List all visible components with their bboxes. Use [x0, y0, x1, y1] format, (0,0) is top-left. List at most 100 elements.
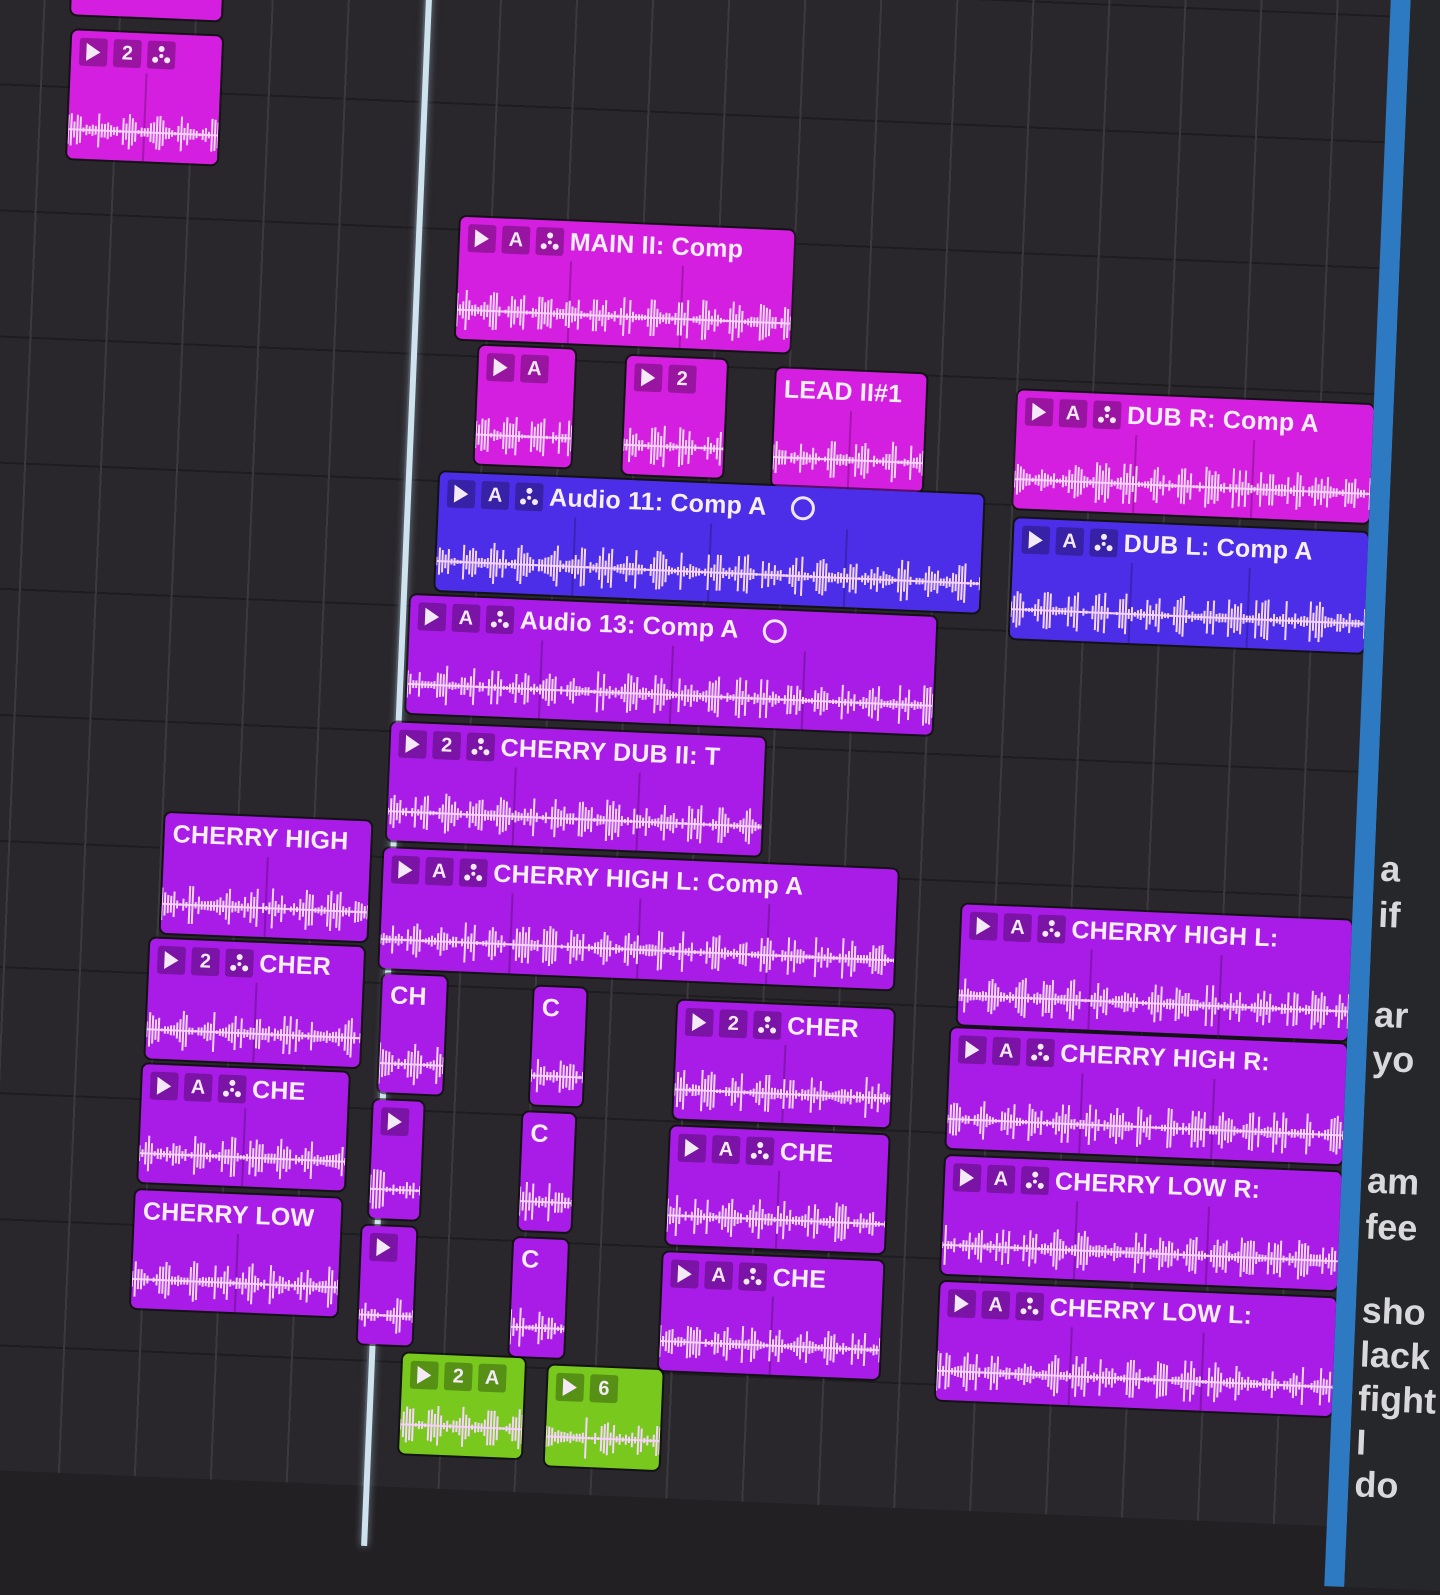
flex-icon[interactable]	[1036, 914, 1067, 944]
play-icon[interactable]	[369, 1232, 399, 1262]
play-icon[interactable]	[957, 1035, 987, 1065]
play-icon[interactable]	[684, 1007, 714, 1037]
take-button[interactable]: A	[704, 1260, 734, 1291]
take-button[interactable]: 2	[667, 364, 697, 394]
take-button[interactable]: 2	[432, 731, 462, 761]
region-cherry-high-left[interactable]: CHERRY HIGH	[160, 812, 372, 942]
flex-icon[interactable]	[224, 948, 254, 978]
play-icon[interactable]	[485, 352, 516, 383]
take-button[interactable]: A	[1058, 398, 1088, 429]
play-icon[interactable]	[417, 602, 447, 632]
take-button[interactable]: A	[711, 1135, 741, 1165]
region-che-mid2[interactable]: A CHE	[658, 1252, 884, 1380]
region-che-mid1[interactable]: A CHE	[666, 1126, 889, 1254]
region-c1[interactable]: C	[529, 986, 587, 1107]
play-icon[interactable]	[467, 224, 497, 254]
region-r-top-small[interactable]: 2	[66, 30, 223, 165]
region-audio11[interactable]: A Audio 11: Comp A	[435, 472, 984, 613]
play-icon[interactable]	[555, 1372, 585, 1402]
flex-icon[interactable]	[514, 482, 544, 512]
play-icon[interactable]	[409, 1360, 439, 1390]
region-small-a[interactable]: A	[474, 345, 576, 468]
region-main-ii[interactable]: A MAIN II: Comp	[455, 216, 795, 353]
take-button[interactable]: A	[1055, 526, 1085, 557]
play-icon[interactable]	[78, 37, 108, 67]
region-cherry-low-r[interactable]: A CHERRY LOW R:	[941, 1155, 1342, 1291]
take-button[interactable]: A	[501, 225, 531, 255]
region-header: LEAD II#1	[783, 374, 920, 410]
region-audio13[interactable]: A Audio 13: Comp A	[406, 594, 937, 735]
region-header: A CHERRY HIGH L:	[969, 911, 1346, 957]
play-icon[interactable]	[670, 1259, 700, 1289]
play-icon[interactable]	[947, 1289, 977, 1319]
take-button[interactable]: A	[183, 1072, 213, 1103]
flex-icon[interactable]	[535, 226, 565, 257]
take-button[interactable]: A	[477, 1363, 507, 1393]
region-green2[interactable]: 6	[544, 1365, 663, 1471]
flex-icon[interactable]	[752, 1010, 782, 1040]
region-c3[interactable]: C	[509, 1237, 569, 1358]
region-cherry-low-left[interactable]: CHERRY LOW	[130, 1189, 342, 1317]
region-lead[interactable]: LEAD II#1	[771, 368, 927, 493]
region-cherry-dub[interactable]: 2 CHERRY DUB II: T	[386, 722, 766, 856]
region-name: DUB L: Comp A	[1123, 529, 1314, 566]
play-icon[interactable]	[398, 729, 428, 759]
flex-icon[interactable]	[1020, 1166, 1050, 1196]
flex-icon[interactable]	[458, 858, 488, 888]
take-button[interactable]: 2	[718, 1009, 748, 1039]
region-cherry-high-l-right[interactable]: A CHERRY HIGH L:	[957, 904, 1353, 1041]
take-button[interactable]: A	[519, 354, 550, 384]
play-icon[interactable]	[952, 1163, 982, 1193]
waveform	[456, 287, 792, 347]
play-icon[interactable]	[156, 945, 187, 975]
flex-icon[interactable]	[738, 1262, 768, 1292]
region-dub-l[interactable]: A DUB L: Comp A	[1009, 518, 1369, 653]
play-icon[interactable]	[1021, 525, 1051, 555]
take-button[interactable]: 6	[589, 1374, 619, 1404]
play-icon[interactable]	[149, 1071, 179, 1101]
take-button[interactable]: A	[480, 480, 510, 510]
take-button[interactable]: A	[981, 1290, 1011, 1320]
flex-icon[interactable]	[1089, 528, 1119, 558]
notes-line: fee	[1364, 1205, 1419, 1249]
region-cher-mid[interactable]: 2 CHER	[673, 1000, 895, 1128]
region-che-left[interactable]: A CHE	[138, 1064, 349, 1191]
region-c2[interactable]: C	[518, 1112, 576, 1233]
play-icon[interactable]	[1024, 397, 1054, 427]
region-cherry-high-r[interactable]: A CHERRY HIGH R:	[946, 1027, 1347, 1165]
region-cher-left[interactable]: 2 CHER	[145, 938, 365, 1068]
flex-icon[interactable]	[745, 1136, 775, 1166]
play-icon[interactable]	[969, 911, 999, 941]
take-button[interactable]: 2	[190, 947, 221, 977]
circle-icon[interactable]	[790, 495, 815, 521]
region-ch-small[interactable]: CH	[378, 974, 448, 1095]
flex-icon[interactable]	[466, 732, 496, 762]
take-button[interactable]: A	[986, 1164, 1016, 1194]
take-button[interactable]: 2	[443, 1362, 473, 1392]
flex-icon[interactable]	[217, 1074, 247, 1104]
region-cherry-low-l[interactable]: A CHERRY LOW L:	[935, 1281, 1337, 1417]
play-icon[interactable]	[446, 479, 476, 509]
flex-icon[interactable]	[146, 40, 176, 70]
take-button[interactable]: A	[424, 856, 454, 886]
flex-icon[interactable]	[485, 605, 515, 635]
flex-icon[interactable]	[1015, 1291, 1045, 1322]
play-icon[interactable]	[390, 855, 421, 885]
take-button[interactable]: A	[1002, 913, 1033, 943]
region-cherry-high-l[interactable]: A CHERRY HIGH L: Comp A	[379, 848, 898, 990]
notes-line: sho	[1361, 1289, 1427, 1334]
play-icon[interactable]	[380, 1107, 410, 1137]
flex-icon[interactable]	[1092, 400, 1122, 430]
region-p-small2[interactable]	[357, 1225, 417, 1346]
take-button[interactable]: A	[451, 603, 481, 633]
region-p-small1[interactable]	[368, 1099, 424, 1220]
region-green1[interactable]: 2A	[399, 1353, 526, 1459]
circle-icon[interactable]	[762, 618, 788, 644]
region-dub-r[interactable]: A DUB R: Comp A	[1013, 390, 1374, 523]
take-button[interactable]: 2	[112, 39, 142, 69]
take-button[interactable]: A	[991, 1036, 1021, 1066]
play-icon[interactable]	[677, 1133, 707, 1163]
flex-icon[interactable]	[1025, 1038, 1055, 1068]
region-small-2[interactable]: 2	[622, 355, 728, 478]
play-icon[interactable]	[633, 363, 663, 393]
